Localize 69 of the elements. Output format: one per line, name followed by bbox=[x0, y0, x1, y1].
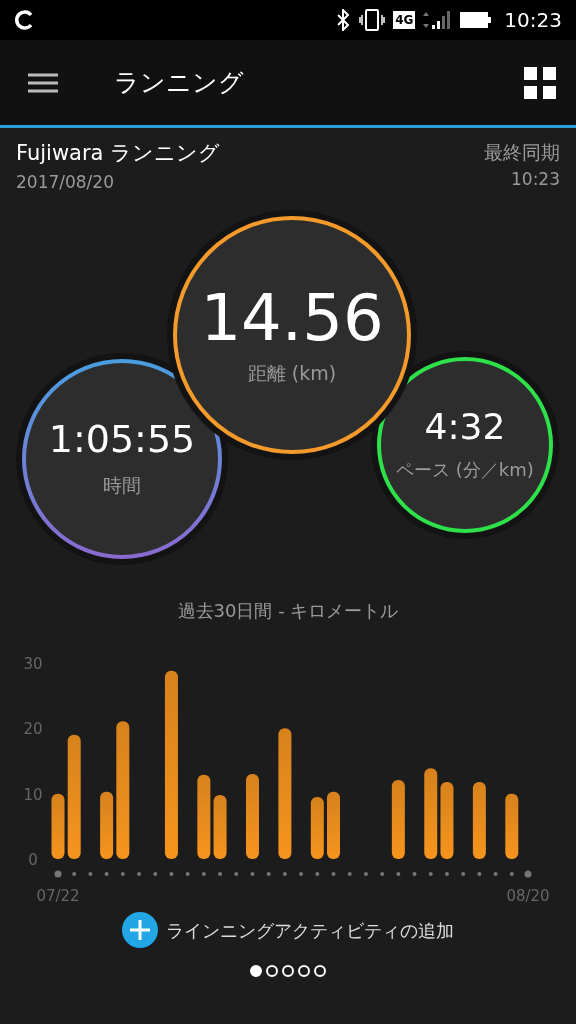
sync-time: 10:23 bbox=[510, 167, 560, 191]
day-dot bbox=[428, 872, 433, 876]
day-dot bbox=[299, 872, 304, 876]
network-type: 4G bbox=[393, 11, 416, 29]
day-dot bbox=[396, 872, 401, 876]
axis-label: 30 bbox=[23, 655, 43, 673]
bar bbox=[505, 793, 519, 859]
vibrate-icon bbox=[359, 8, 386, 32]
sync-label: 最終同期 bbox=[484, 140, 560, 165]
stat-label: 距離 (km) bbox=[247, 360, 337, 386]
chart-title: 過去30日間 - キロメートル bbox=[177, 600, 399, 621]
day-dot bbox=[461, 872, 466, 876]
day-dot bbox=[72, 872, 77, 876]
axis-label: 0 bbox=[28, 851, 38, 869]
activity-date: 2017/08/20 bbox=[16, 170, 115, 194]
day-dot bbox=[153, 872, 158, 876]
day-dot bbox=[524, 870, 532, 878]
day-dot bbox=[218, 872, 223, 876]
stat-value: 1:05:55 bbox=[48, 418, 196, 461]
axis-label: 20 bbox=[23, 720, 43, 739]
menu-icon[interactable] bbox=[28, 72, 58, 93]
day-dot bbox=[137, 872, 142, 876]
page-dot[interactable] bbox=[298, 965, 310, 977]
add-icon bbox=[122, 912, 158, 948]
stat-label: 時間 bbox=[103, 472, 141, 498]
day-dot bbox=[201, 872, 206, 876]
day-dot bbox=[185, 872, 190, 876]
page-dot[interactable] bbox=[266, 965, 278, 977]
day-dot bbox=[347, 872, 352, 876]
stat-label: ペース (分／km) bbox=[396, 458, 534, 483]
bar bbox=[213, 794, 227, 859]
signal-icon bbox=[423, 10, 452, 30]
add-activity-button[interactable]: ラインニングアクティビティの追加 bbox=[116, 911, 460, 949]
axis-label: 07/22 bbox=[36, 887, 80, 905]
day-dot bbox=[54, 870, 62, 878]
day-dot bbox=[315, 872, 320, 876]
page-dot[interactable] bbox=[250, 965, 262, 977]
day-dot bbox=[266, 872, 271, 876]
bar bbox=[100, 791, 114, 859]
day-dot bbox=[88, 872, 93, 876]
day-dot bbox=[477, 872, 482, 876]
page-dot[interactable] bbox=[282, 965, 294, 977]
day-dot bbox=[444, 872, 449, 876]
day-dot bbox=[104, 872, 109, 876]
day-dot bbox=[169, 872, 174, 876]
stat-value: 4:32 bbox=[424, 406, 506, 447]
axis-label: 10 bbox=[23, 785, 43, 804]
day-dot bbox=[120, 872, 125, 876]
day-dot bbox=[363, 872, 368, 876]
app-title: ランニング bbox=[114, 66, 244, 99]
battery-icon bbox=[459, 9, 493, 31]
bar bbox=[310, 796, 324, 859]
day-dot bbox=[250, 872, 255, 876]
activity-name: Fujiwara ランニング bbox=[16, 140, 221, 167]
bar bbox=[51, 793, 65, 859]
day-dot bbox=[509, 872, 514, 876]
page-dot[interactable] bbox=[314, 965, 326, 977]
day-dot bbox=[412, 872, 417, 876]
day-dot bbox=[234, 872, 239, 876]
bluetooth-icon bbox=[335, 9, 352, 31]
day-dot bbox=[282, 872, 287, 876]
stat-value: 14.56 bbox=[200, 282, 384, 353]
bar bbox=[327, 791, 340, 859]
day-dot bbox=[493, 872, 498, 876]
status-time: 10:23 bbox=[504, 7, 562, 34]
day-dot bbox=[380, 872, 385, 876]
grid-icon[interactable] bbox=[524, 66, 556, 99]
day-dot bbox=[331, 872, 336, 876]
axis-label: 08/20 bbox=[506, 887, 550, 905]
